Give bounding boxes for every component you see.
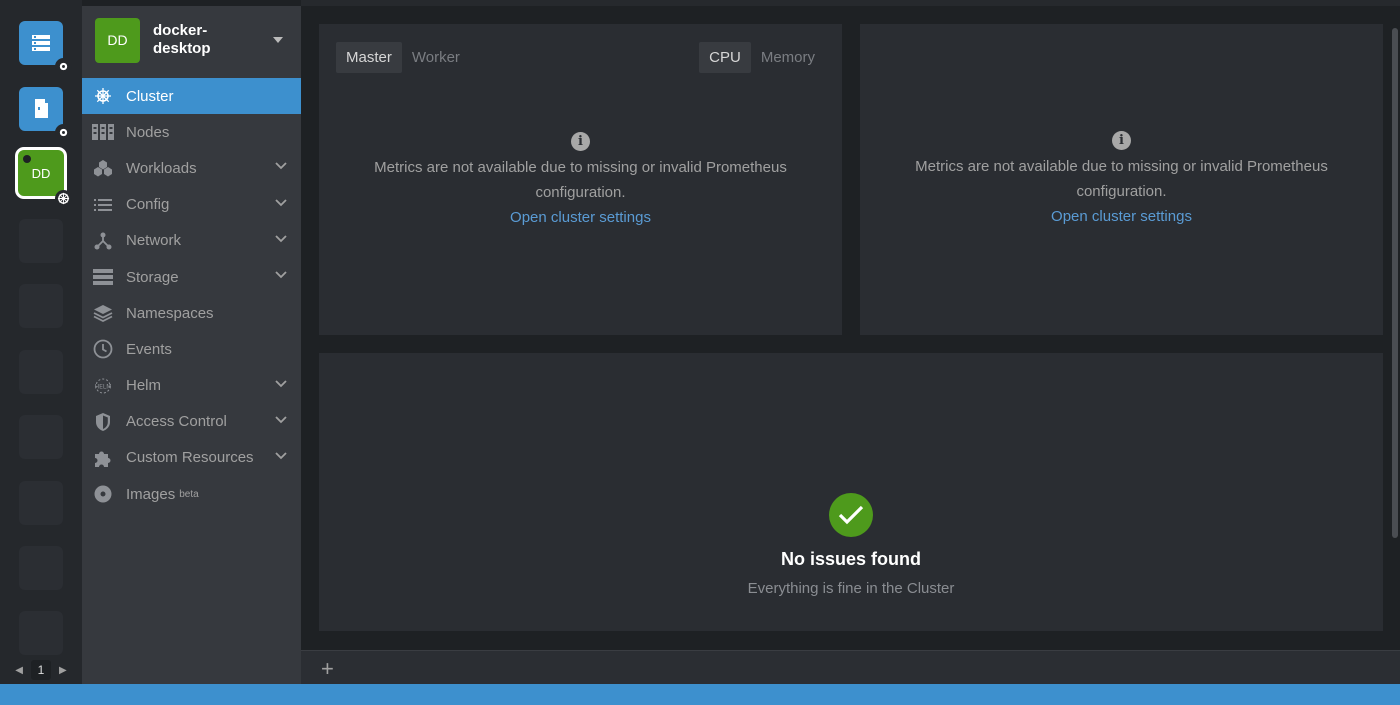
open-cluster-settings-link[interactable]: Open cluster settings (319, 205, 842, 230)
helm-wheel-icon (92, 85, 114, 107)
storage-icon (92, 266, 114, 288)
sidebar-item-label: Nodes (126, 123, 170, 141)
kubernetes-icon (55, 190, 72, 207)
sidebar-item-label: Config (126, 196, 170, 214)
metrics-panel-left: Master Worker CPU Memory i Metrics are n… (319, 24, 842, 335)
sidebar-item-label: Storage (126, 268, 179, 286)
check-circle-icon (829, 493, 873, 537)
hotbar-empty-slot[interactable] (19, 546, 63, 590)
hotbar-catalog-button[interactable] (19, 21, 63, 65)
chevron-down-icon[interactable] (275, 379, 287, 388)
network-icon (92, 230, 114, 252)
chevron-down-icon[interactable] (275, 452, 287, 460)
svg-text:HELM: HELM (95, 383, 112, 390)
sidebar-item-workloads[interactable]: Workloads (82, 150, 301, 186)
hotbar-empty-slot[interactable] (19, 350, 63, 394)
sidebar-item-label: Workloads (126, 159, 197, 177)
tab-master[interactable]: Master (336, 42, 402, 73)
open-cluster-settings-link[interactable]: Open cluster settings (860, 204, 1383, 229)
chevron-down-icon[interactable] (275, 416, 287, 424)
hotbar-empty-slot[interactable] (19, 481, 63, 525)
hotbar-cluster-label: DD (31, 165, 51, 181)
hotbar-welcome-button[interactable] (19, 87, 63, 131)
hotbar-page-number: 1 (31, 660, 51, 680)
main-scrollbar[interactable] (1392, 28, 1398, 538)
nodes-icon (92, 121, 114, 143)
sidebar-item-label: Images (126, 485, 176, 503)
beta-badge: beta (179, 488, 199, 500)
sidebar-item-label: Network (126, 232, 182, 250)
shield-icon (92, 411, 114, 433)
caret-down-icon[interactable] (273, 37, 283, 43)
disc-icon (92, 483, 114, 505)
metrics-unavailable: i Metrics are not available due to missi… (860, 131, 1383, 229)
metrics-message: Metrics are not available due to missing… (374, 159, 787, 201)
sidebar-item-cluster[interactable]: Cluster (82, 78, 301, 115)
clock-icon (92, 338, 114, 360)
cluster-name: docker-desktop (153, 22, 211, 57)
gear-icon (55, 58, 72, 75)
metric-tabs: CPU Memory (699, 42, 825, 73)
metrics-unavailable: i Metrics are not available due to missi… (319, 132, 842, 230)
tab-worker[interactable]: Worker (402, 42, 470, 73)
sidebar-item-nodes[interactable]: Nodes (82, 114, 301, 150)
sidebar-item-label: Custom Resources (126, 449, 254, 467)
sidebar: DD docker-desktop Cluster Nodes Workload… (82, 6, 301, 684)
issues-panel: No issues found Everything is fine in th… (319, 353, 1383, 631)
issues-title: No issues found (780, 549, 921, 569)
tab-cpu[interactable]: CPU (699, 42, 751, 73)
dock: + (301, 650, 1400, 684)
chevron-down-icon[interactable] (275, 162, 287, 170)
gear-icon (55, 124, 72, 141)
door-icon (35, 99, 48, 118)
info-icon: i (571, 132, 590, 151)
chevron-down-icon[interactable] (275, 271, 287, 279)
sidebar-item-label: Helm (126, 377, 162, 395)
hotbar-pager: ◀ 1 ▶ (0, 656, 82, 684)
catalog-icon (32, 35, 50, 51)
sidebar-item-images[interactable]: Images beta (82, 476, 301, 512)
layers-icon (92, 302, 114, 324)
workloads-icon (92, 157, 114, 179)
sidebar-item-events[interactable]: Events (82, 331, 301, 367)
sidebar-item-label: Events (126, 340, 172, 358)
sidebar-item-label: Access Control (126, 413, 227, 431)
chevron-down-icon[interactable] (275, 235, 287, 243)
status-dot (23, 155, 31, 163)
sidebar-item-config[interactable]: Config (82, 187, 301, 223)
add-tab-button[interactable]: + (321, 656, 334, 682)
helm-icon: HELM (92, 375, 114, 397)
sidebar-item-namespaces[interactable]: Namespaces (82, 295, 301, 331)
sidebar-item-storage[interactable]: Storage (82, 259, 301, 295)
no-issues: No issues found Everything is fine in th… (319, 493, 1383, 597)
sidebar-item-label: Cluster (126, 87, 174, 105)
chevron-left-icon[interactable]: ◀ (15, 665, 23, 676)
issues-subtitle: Everything is fine in the Cluster (747, 580, 955, 597)
metrics-message: Metrics are not available due to missing… (915, 158, 1328, 200)
tab-memory[interactable]: Memory (751, 42, 825, 73)
hotbar-empty-slot[interactable] (19, 415, 63, 459)
metrics-panel-right: i Metrics are not available due to missi… (860, 24, 1383, 335)
info-icon: i (1112, 131, 1131, 150)
sidebar-item-network[interactable]: Network (82, 223, 301, 259)
puzzle-icon (92, 447, 114, 469)
chevron-right-icon[interactable]: ▶ (59, 665, 67, 676)
sidebar-item-helm[interactable]: HELM Helm (82, 368, 301, 404)
config-list-icon (92, 194, 114, 216)
hotbar-empty-slot[interactable] (19, 219, 63, 263)
hotbar-empty-slot[interactable] (19, 611, 63, 655)
hotbar: DD ◀ 1 ▶ (0, 0, 82, 684)
hotbar-empty-slot[interactable] (19, 284, 63, 328)
sidebar-nav: Cluster Nodes Workloads Config Network S… (82, 78, 301, 512)
cluster-avatar: DD (95, 17, 140, 63)
chevron-down-icon[interactable] (275, 198, 287, 207)
sidebar-item-access-control[interactable]: Access Control (82, 404, 301, 440)
sidebar-item-custom-resources[interactable]: Custom Resources (82, 440, 301, 476)
status-bar (0, 684, 1400, 705)
role-tabs: Master Worker (336, 42, 470, 73)
cluster-selector[interactable]: DD docker-desktop (82, 6, 301, 74)
sidebar-item-label: Namespaces (126, 304, 214, 322)
main-content: Master Worker CPU Memory i Metrics are n… (301, 6, 1400, 650)
